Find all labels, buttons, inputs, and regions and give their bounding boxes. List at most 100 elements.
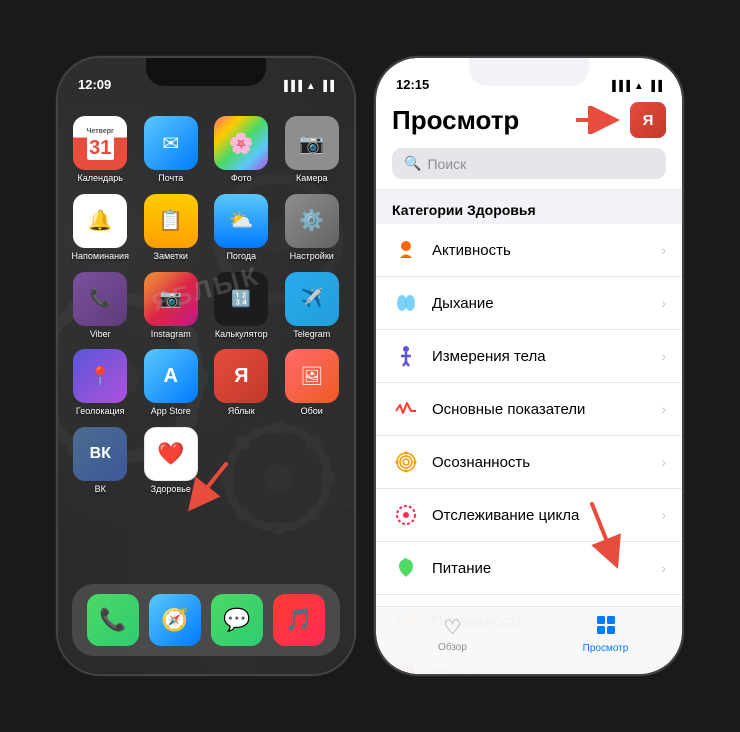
cycle-label: Отслеживание цикла [432,507,649,524]
phone1-notch [146,58,266,86]
calculator-label: Калькулятор [215,329,268,340]
nutrition-icon [392,554,420,582]
notes-label: Заметки [154,251,188,262]
telegram-icon: ✈️ [285,272,339,326]
weather-label: Погода [226,251,256,262]
phone1-screen: 12:09 ▐▐▐ ▲ ▐▐ Четверг 31 [58,58,354,674]
breathing-chevron: › [661,295,666,311]
signal-icon-2: ▐▐▐ [609,81,630,92]
app-instagram[interactable]: 📷 Instagram [141,272,202,340]
dock: 📞 🧭 💬 🎵 [72,584,340,656]
wifi-icon-2: ▲ [634,81,644,92]
app-geo[interactable]: 📍 Геолокация [70,349,131,417]
category-activity[interactable]: Активность › [376,224,682,277]
app-calculator[interactable]: 🔢 Калькулятор [211,272,272,340]
app-viber[interactable]: 📞 Viber [70,272,131,340]
telegram-label: Telegram [293,329,330,340]
battery-icon: ▐▐ [320,81,334,92]
mail-label: Почта [158,173,183,184]
app-telegram[interactable]: ✈️ Telegram [282,272,343,340]
mail-icon: ✉ [144,116,198,170]
settings-icon: ⚙️ [285,194,339,248]
app-notes[interactable]: 📋 Заметки [141,194,202,262]
health-title: Просмотр [392,105,519,136]
calendar-icon: Четверг 31 [73,116,127,170]
vitals-chevron: › [661,401,666,417]
app-photos[interactable]: 🌸 Фото [211,116,272,184]
app-reminders[interactable]: 🔔 Напоминания [70,194,131,262]
health-search-bar[interactable]: 🔍 Поиск [392,148,666,179]
app-yablyk[interactable]: Я Яблык [211,349,272,417]
app-calendar[interactable]: Четверг 31 Календарь [70,116,131,184]
vitals-icon [392,395,420,423]
phone1-status-icons: ▐▐▐ ▲ ▐▐ [281,81,334,92]
mindfulness-chevron: › [661,454,666,470]
photos-label: Фото [231,173,252,184]
app-vk[interactable]: ВК ВК [70,427,131,495]
app-oboi[interactable]: 🖼 Обои [282,349,343,417]
dock-safari[interactable]: 🧭 [149,594,201,646]
health-title-row: Просмотр [392,102,666,138]
browse-tab-icon [596,615,616,641]
summary-tab-label: Обзор [438,642,467,653]
phone2-time: 12:15 [396,77,429,92]
viber-label: Viber [90,329,111,340]
battery-icon-2: ▐▐ [648,81,662,92]
app-appstore[interactable]: A App Store [141,349,202,417]
reminders-label: Напоминания [72,251,129,262]
search-magnifier: 🔍 [404,155,421,172]
photos-icon: 🌸 [214,116,268,170]
app-health[interactable]: ❤️ Здоровье [141,427,202,495]
phone2: 12:15 ▐▐▐ ▲ ▐▐ Просмотр [374,56,684,676]
cycle-icon [392,501,420,529]
health-app-screen: 12:15 ▐▐▐ ▲ ▐▐ Просмотр [376,58,682,674]
oboi-label: Обои [301,406,323,417]
category-nutrition[interactable]: Питание › [376,542,682,595]
breathing-label: Дыхание [432,295,649,312]
health-label: Здоровье [151,484,191,495]
calculator-icon: 🔢 [214,272,268,326]
body-label: Измерения тела [432,348,649,365]
category-body[interactable]: Измерения тела › [376,330,682,383]
breathing-icon [392,289,420,317]
geo-icon: 📍 [73,349,127,403]
weather-icon: ⛅ [214,194,268,248]
search-placeholder: Поиск [427,156,466,172]
dock-messages[interactable]: 💬 [211,594,263,646]
camera-icon: 📷 [285,116,339,170]
browse-tab-label: Просмотр [583,643,629,654]
vitals-label: Основные показатели [432,401,649,418]
phone2-screen: 12:15 ▐▐▐ ▲ ▐▐ Просмотр [376,58,682,674]
dock-phone[interactable]: 📞 [87,594,139,646]
yablyk-icon: Я [214,349,268,403]
vk-label: ВК [95,484,106,495]
app-mail[interactable]: ✉ Почта [141,116,202,184]
activity-chevron: › [661,242,666,258]
category-breathing[interactable]: Дыхание › [376,277,682,330]
nutrition-chevron: › [661,560,666,576]
settings-label: Настройки [290,251,334,262]
category-mindfulness[interactable]: Осознанность › [376,436,682,489]
dock-music[interactable]: 🎵 [273,594,325,646]
app-grid: Четверг 31 Календарь ✉ Почта 🌸 [58,106,354,505]
yablyk-profile-badge[interactable]: Я [630,102,666,138]
body-icon [392,342,420,370]
category-vitals[interactable]: Основные показатели › [376,383,682,436]
appstore-label: App Store [151,406,191,417]
signal-icon: ▐▐▐ [281,81,302,92]
instagram-icon: 📷 [144,272,198,326]
instagram-label: Instagram [151,329,191,340]
app-weather[interactable]: ⛅ Погода [211,194,272,262]
app-settings[interactable]: ⚙️ Настройки [282,194,343,262]
main-container: 12:09 ▐▐▐ ▲ ▐▐ Четверг 31 [36,36,704,696]
cycle-chevron: › [661,507,666,523]
viber-icon: 📞 [73,272,127,326]
yablyk-label: Яблык [228,406,255,417]
app-camera[interactable]: 📷 Камера [282,116,343,184]
geo-label: Геолокация [76,406,125,417]
title-right: Я [572,102,666,138]
body-chevron: › [661,348,666,364]
tab-summary[interactable]: ♡ Обзор [376,615,529,653]
category-cycle[interactable]: Отслеживание цикла › [376,489,682,542]
tab-browse[interactable]: Просмотр [529,615,682,654]
